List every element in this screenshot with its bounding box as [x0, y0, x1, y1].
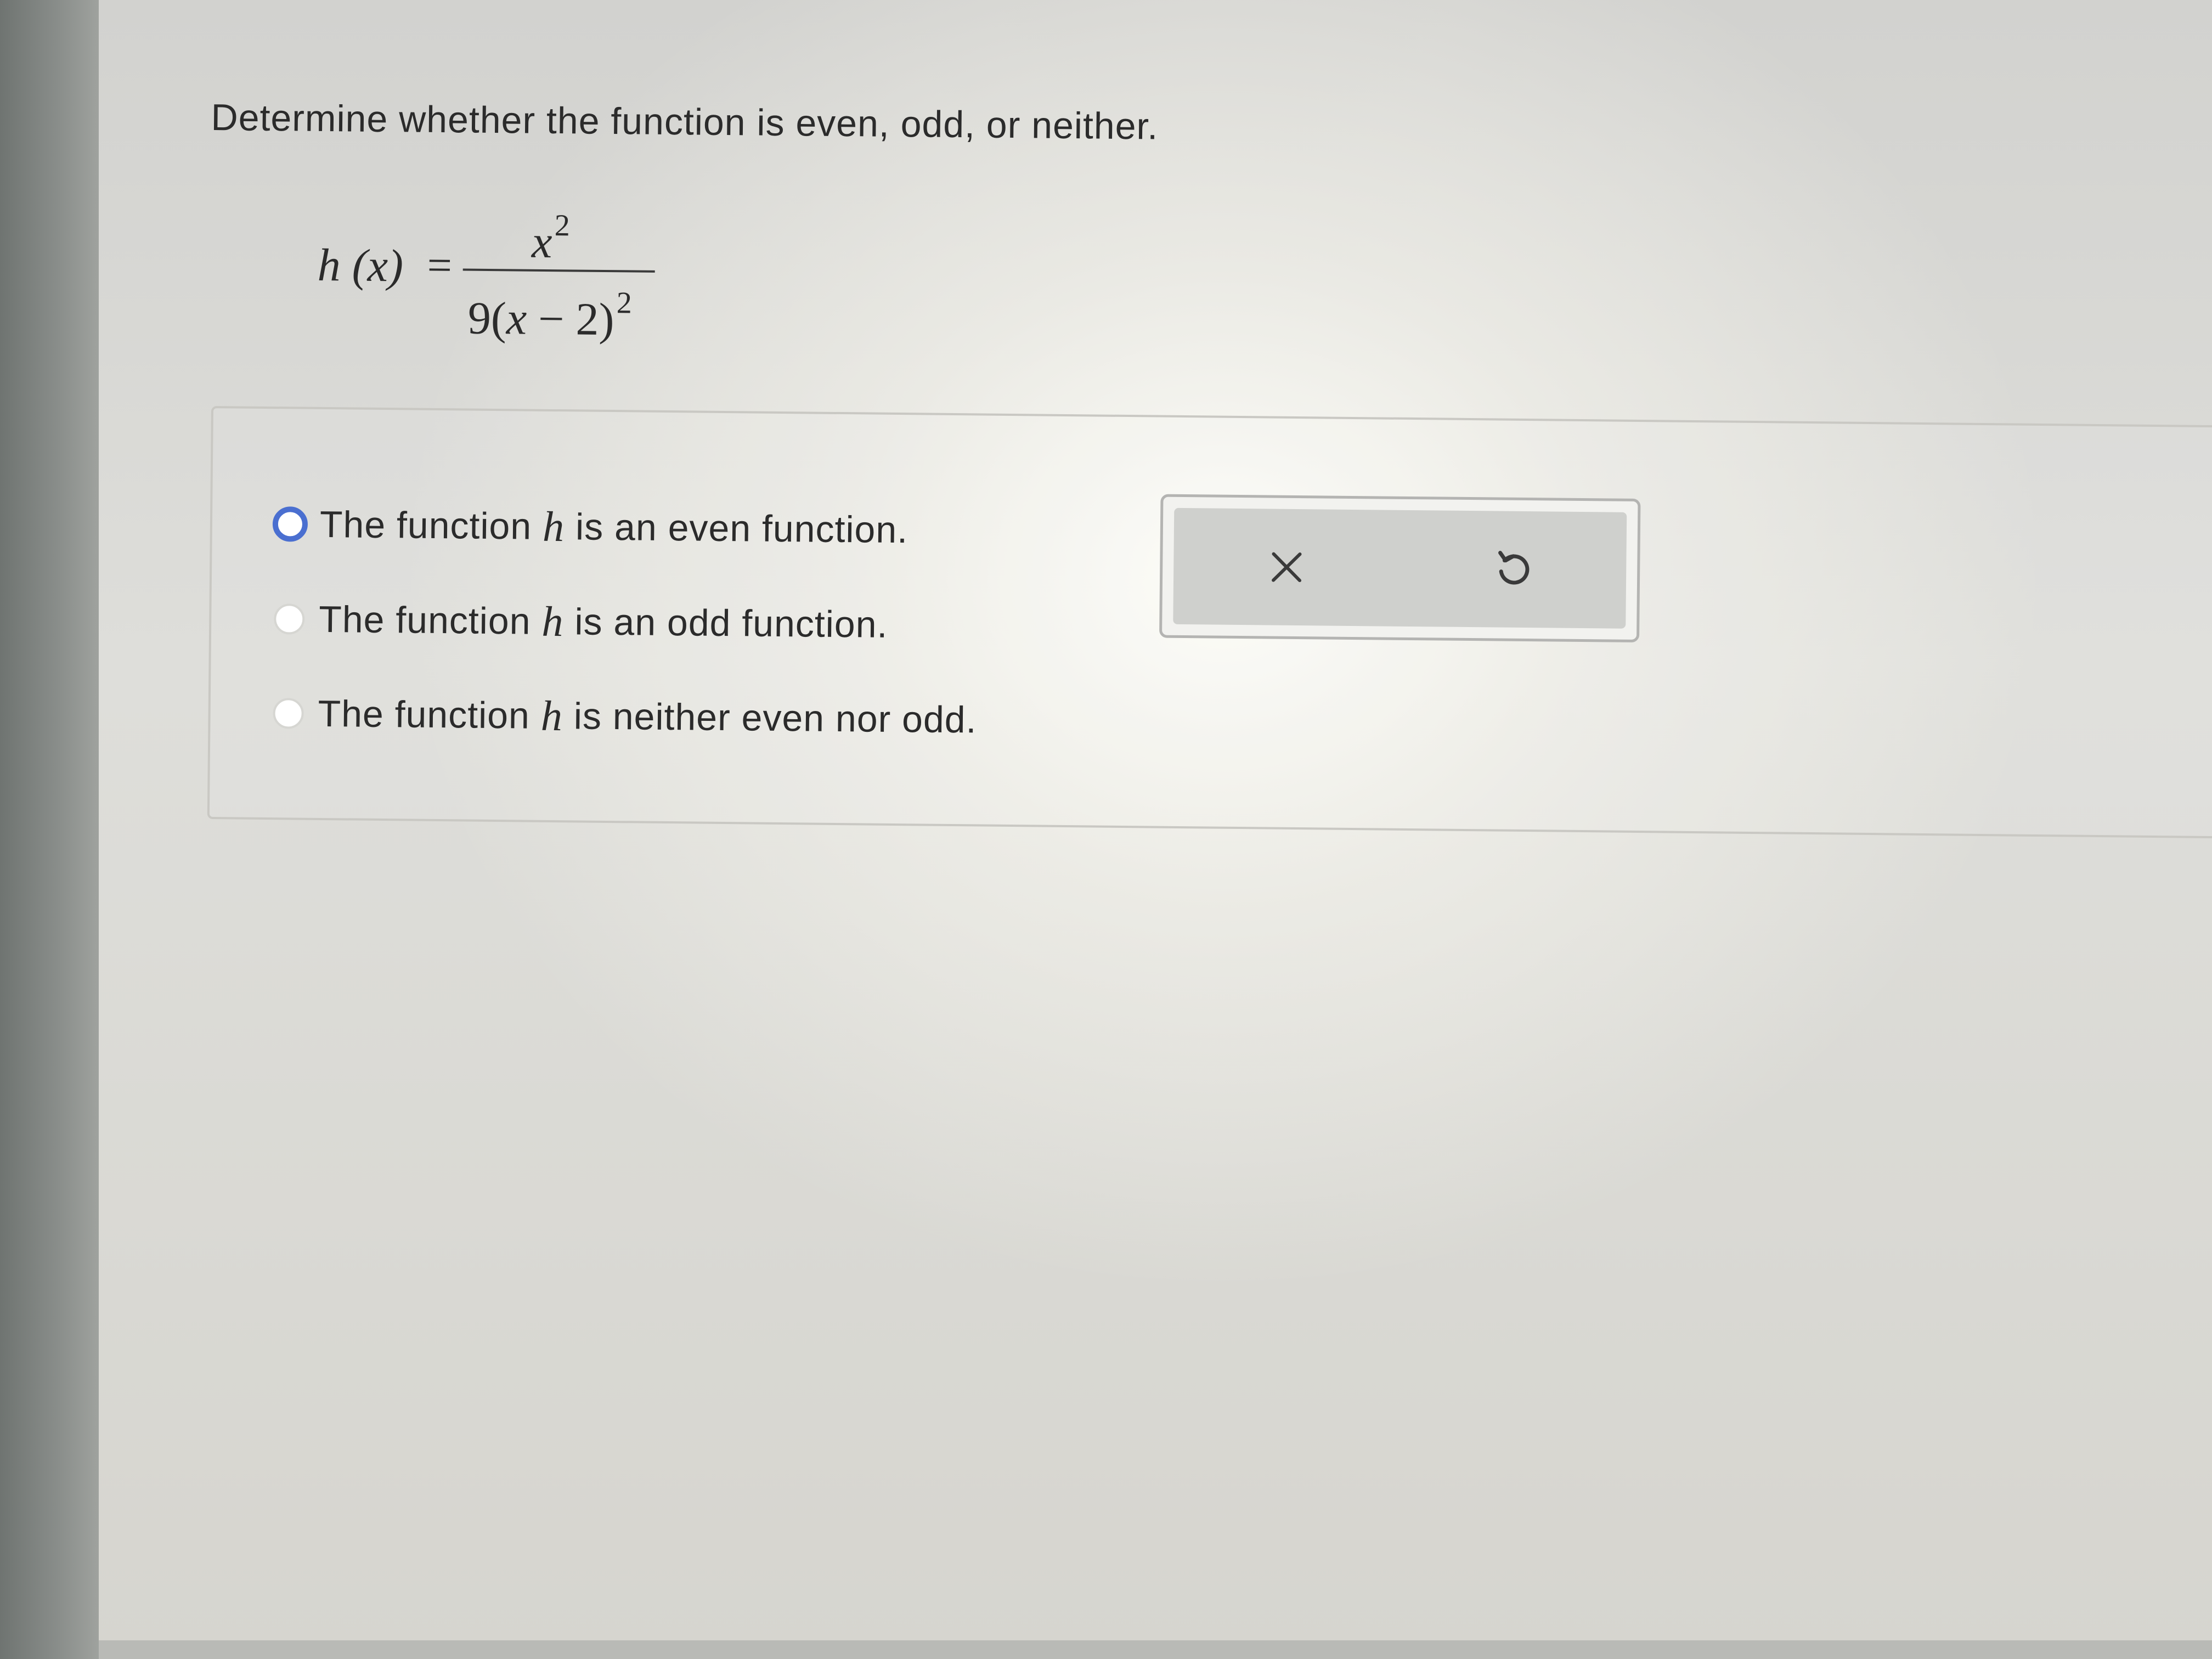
- question-prompt: Determine whether the function is even, …: [211, 96, 1159, 148]
- denominator-rest: − 2): [526, 293, 614, 346]
- option-neither-var: h: [540, 691, 563, 740]
- option-neither-prefix: The function: [318, 692, 531, 737]
- answer-box: The function h is an even function. The …: [207, 406, 2212, 839]
- formula-lhs: h (x): [317, 239, 404, 292]
- option-even-prefix: The function: [319, 503, 532, 548]
- action-bar: [1173, 507, 1627, 629]
- radio-odd[interactable]: [274, 603, 305, 635]
- formula-equals: =: [427, 241, 453, 290]
- clear-button[interactable]: [1173, 508, 1401, 627]
- monitor-bezel: [0, 0, 99, 1659]
- numerator-base: x: [531, 216, 552, 268]
- option-odd-suffix: is an odd function.: [574, 601, 888, 646]
- fraction-bar: [462, 268, 655, 273]
- reset-button[interactable]: [1400, 510, 1627, 629]
- denominator-var: x: [506, 293, 527, 345]
- denominator-open: (: [490, 293, 507, 345]
- option-neither[interactable]: The function h is neither even nor odd.: [270, 689, 977, 744]
- option-neither-suffix: is neither even nor odd.: [573, 695, 977, 741]
- radio-neither[interactable]: [273, 698, 304, 729]
- screen-bottom-edge: [99, 1640, 2212, 1659]
- option-even-suffix: is an even function.: [575, 506, 909, 551]
- function-formula: h (x) = x2 9(x − 2)2: [317, 195, 669, 363]
- close-icon: [1272, 552, 1302, 583]
- numerator-exponent: 2: [554, 208, 571, 243]
- option-odd[interactable]: The function h is an odd function.: [272, 594, 888, 650]
- undo-icon: [1498, 551, 1530, 585]
- formula-numerator: x2: [532, 208, 570, 269]
- action-panel: [1159, 494, 1641, 643]
- option-even[interactable]: The function h is an even function.: [272, 499, 909, 555]
- option-odd-prefix: The function: [318, 598, 531, 642]
- formula-denominator: 9(x − 2)2: [467, 284, 632, 347]
- radio-even[interactable]: [272, 506, 308, 542]
- option-even-var: h: [542, 502, 565, 551]
- denominator-coefficient: 9: [467, 292, 492, 345]
- option-odd-var: h: [541, 597, 564, 646]
- denominator-exponent: 2: [616, 286, 633, 320]
